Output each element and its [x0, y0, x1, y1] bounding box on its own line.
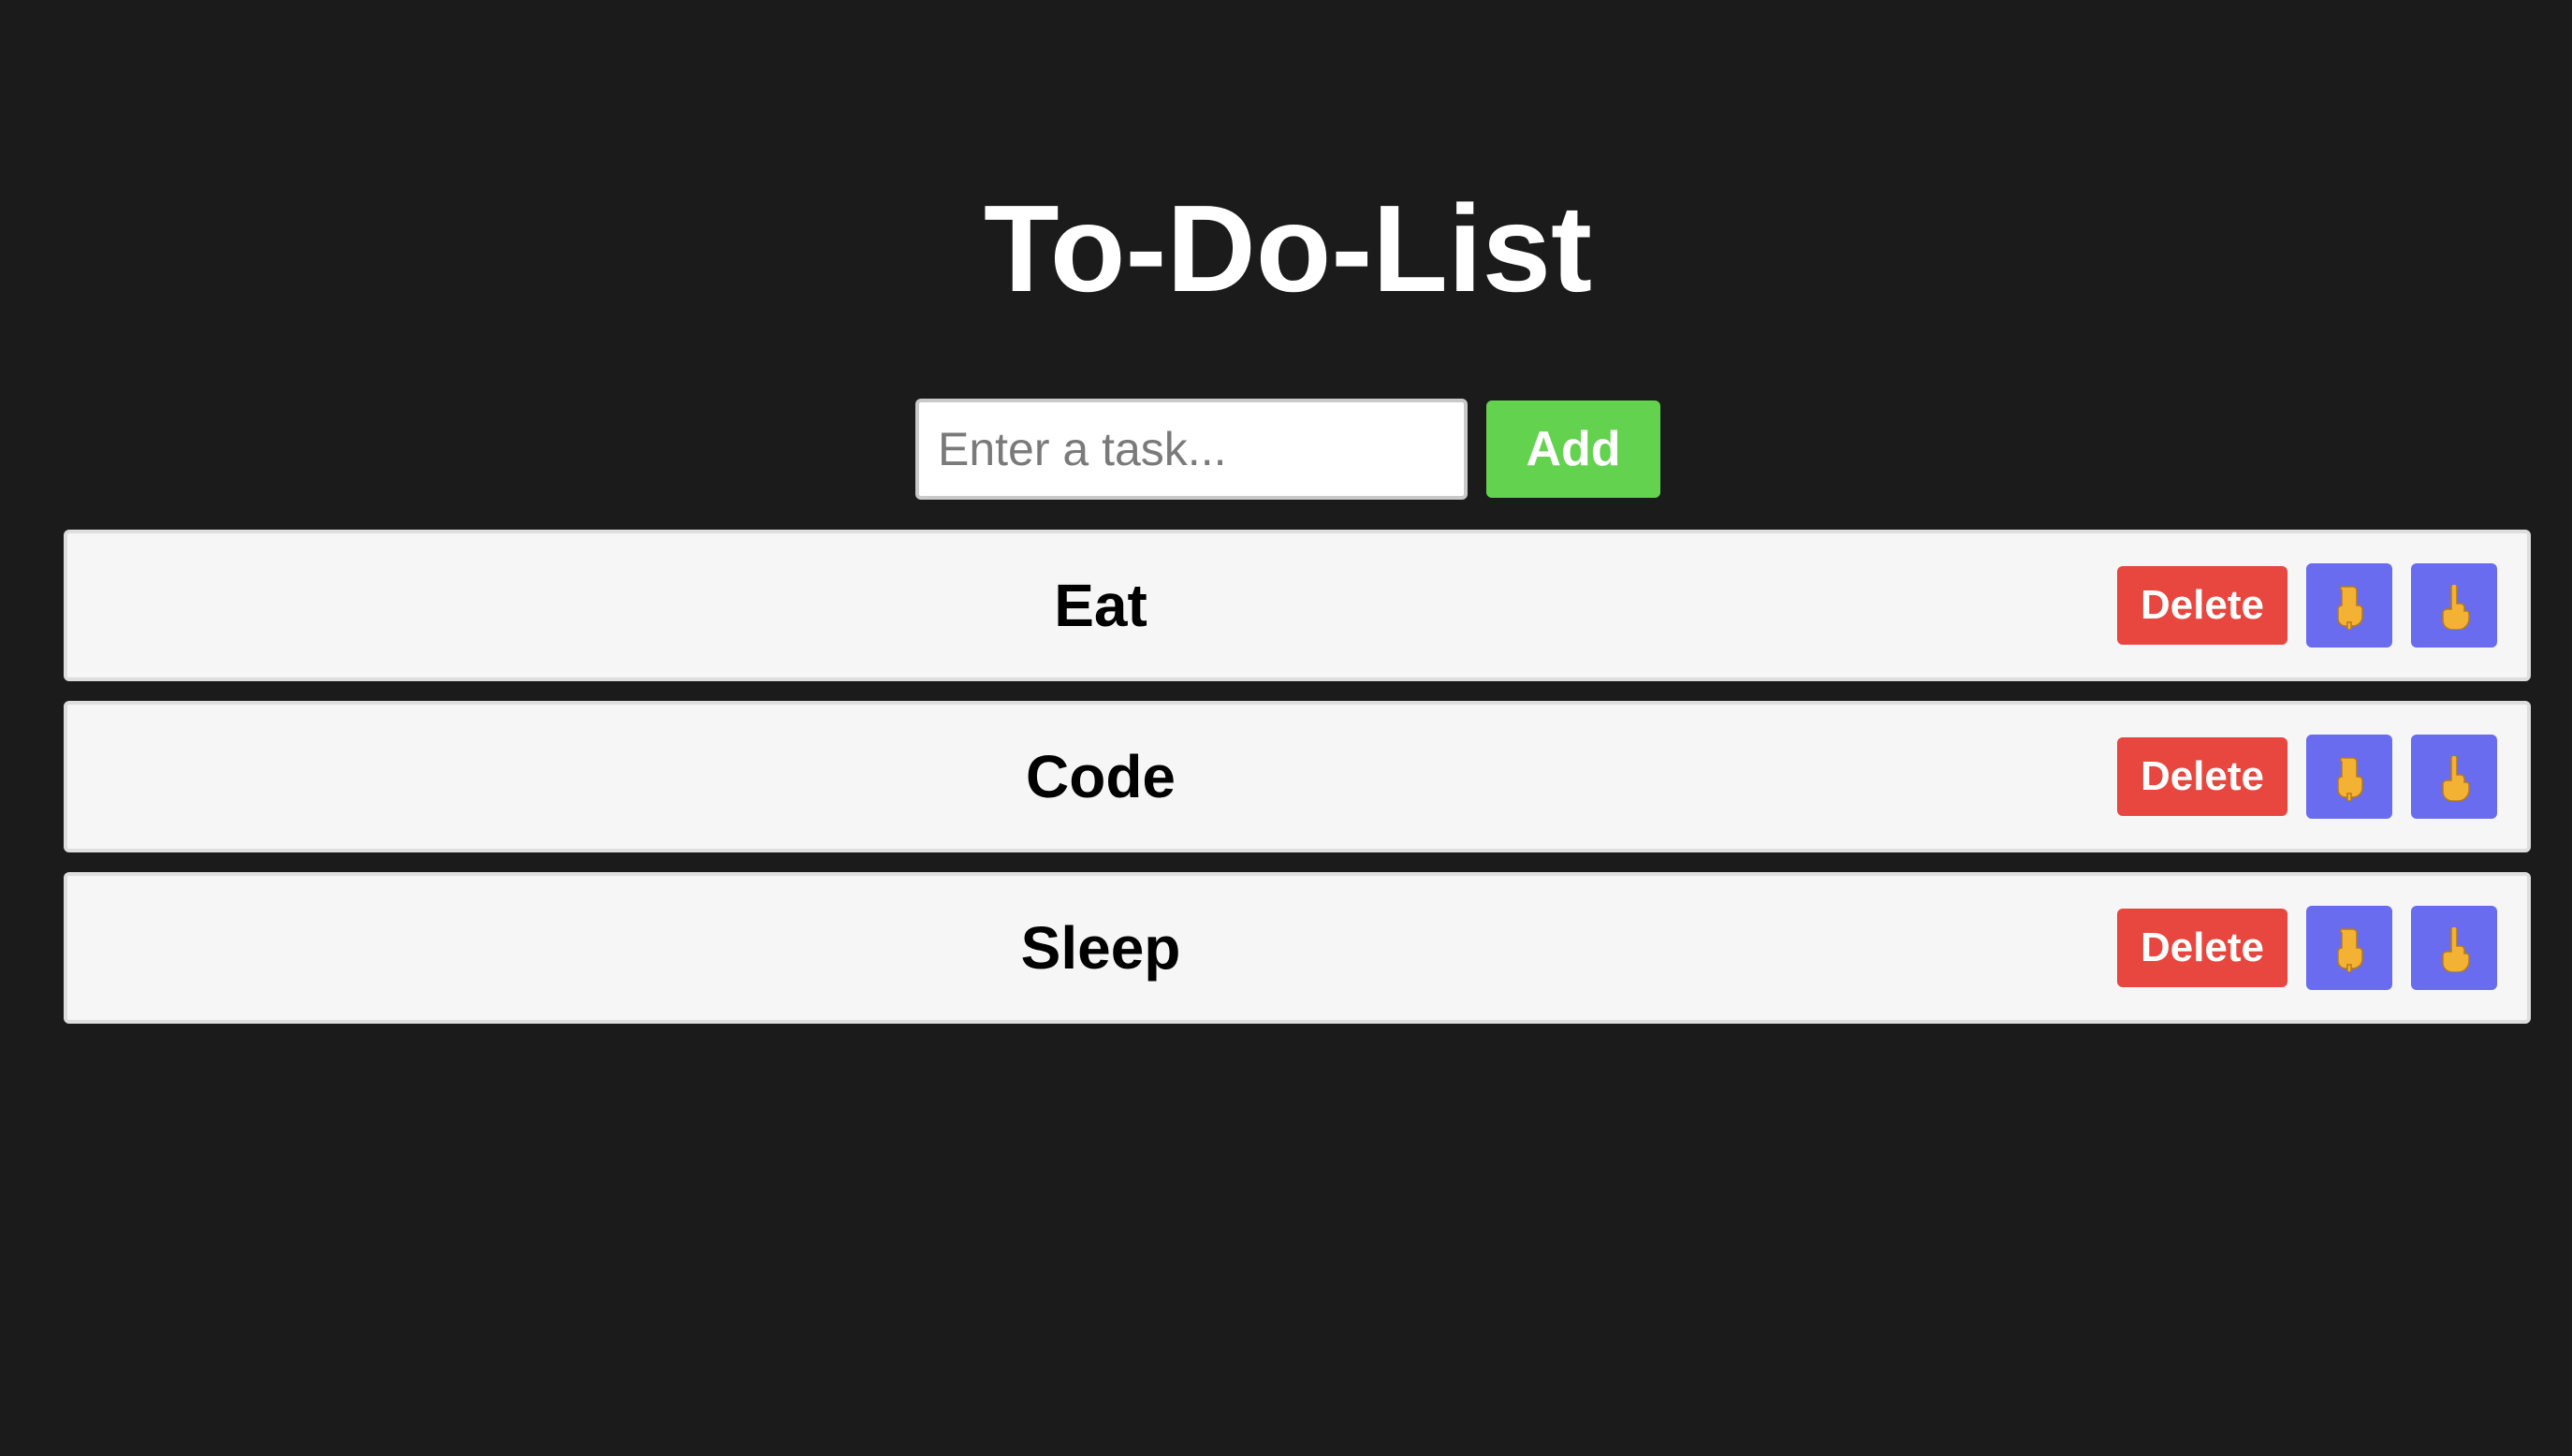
task-actions: Delete [2117, 563, 2497, 648]
task-actions: Delete [2117, 735, 2497, 819]
task-text: Code [1026, 743, 1176, 810]
hand-pointing-up-icon [2442, 585, 2470, 630]
hand-pointing-up-icon [2442, 756, 2470, 801]
delete-button[interactable]: Delete [2117, 737, 2287, 816]
hand-pointing-up-icon [2442, 927, 2470, 972]
task-input-row: Add [915, 399, 1660, 500]
task-text: Eat [1054, 572, 1147, 639]
task-item: Sleep Delete [64, 872, 2531, 1024]
move-up-button[interactable] [2411, 906, 2497, 990]
task-item: Eat Delete [64, 530, 2531, 681]
move-up-button[interactable] [2411, 735, 2497, 819]
task-input[interactable] [915, 399, 1468, 500]
move-up-button[interactable] [2411, 563, 2497, 648]
task-item: Code Delete [64, 701, 2531, 852]
hand-pointing-down-icon [2337, 928, 2363, 972]
add-button[interactable]: Add [1486, 400, 1660, 498]
hand-pointing-down-icon [2337, 586, 2363, 630]
move-down-button[interactable] [2306, 906, 2392, 990]
delete-button[interactable]: Delete [2117, 566, 2287, 645]
hand-pointing-down-icon [2337, 757, 2363, 801]
task-actions: Delete [2117, 906, 2497, 990]
move-down-button[interactable] [2306, 563, 2392, 648]
page-title: To-Do-List [0, 172, 2572, 326]
task-list: Eat Delete Code Delete Sleep Delete [64, 530, 2531, 1043]
todo-app: To-Do-List Add Eat Delete [0, 0, 2572, 1456]
delete-button[interactable]: Delete [2117, 909, 2287, 987]
task-text: Sleep [1020, 914, 1181, 982]
page-title-text: To-Do-List [983, 180, 1592, 317]
move-down-button[interactable] [2306, 735, 2392, 819]
